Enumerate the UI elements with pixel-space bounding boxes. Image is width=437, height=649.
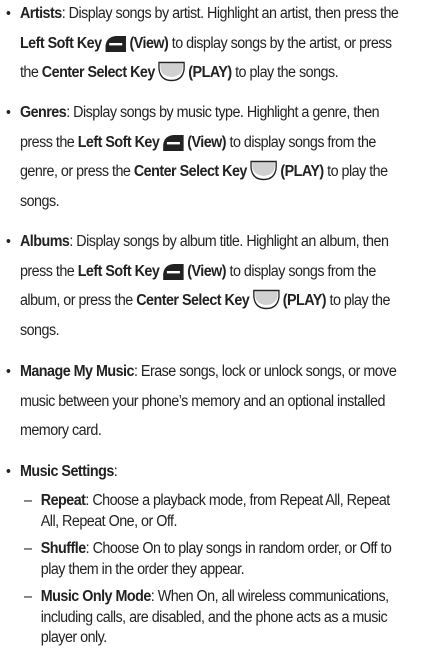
sub-item-text: Shuffle: Choose On to play songs in rand… (40, 540, 392, 578)
list-item-albums: • Albums: Display songs by album title. … (6, 227, 402, 346)
left-soft-key-icon (163, 263, 184, 280)
sub-item-text: Repeat: Choose a playback mode, from Rep… (40, 492, 391, 530)
bullet: • (6, 463, 11, 480)
sub-item-repeat: – Repeat: Choose a playback mode, from R… (24, 491, 400, 532)
item-text: Music Settings: (19, 463, 118, 480)
bullet: • (6, 233, 11, 250)
list-item-manage-my-music: • Manage My Music: Erase songs, lock or … (6, 357, 402, 446)
item-term: Music Settings (19, 463, 114, 480)
dash: – (24, 540, 32, 557)
sub-item-text: Music Only Mode: When On, all wireless c… (40, 588, 389, 646)
left-soft-key-icon (105, 35, 126, 52)
item-text: Manage My Music: Erase songs, lock or un… (19, 363, 397, 440)
item-term: Genres (19, 104, 67, 121)
item-term: Albums (19, 233, 70, 250)
item-term: Manage My Music (19, 363, 135, 380)
bullet: • (6, 104, 11, 121)
list-item-genres: • Genres: Display songs by music type. H… (6, 98, 402, 217)
dash: – (24, 588, 32, 605)
sub-item-term: Shuffle (40, 540, 86, 557)
center-select-key-icon (250, 161, 277, 181)
item-text: Genres: Display songs by music type. Hig… (19, 104, 388, 211)
dash: – (24, 492, 32, 509)
item-text: Artists: Display songs by artist. Highli… (19, 5, 399, 82)
list-item-music-settings: • Music Settings: (6, 457, 402, 487)
sub-item-shuffle: – Shuffle: Choose On to play songs in ra… (24, 539, 400, 580)
item-term: Artists (19, 5, 62, 22)
sub-item-music-only-mode: – Music Only Mode: When On, all wireless… (24, 587, 400, 649)
center-select-key-icon (252, 290, 280, 310)
list-item-artists: • Artists: Display songs by artist. High… (6, 0, 402, 88)
left-soft-key-icon (163, 134, 184, 151)
sub-item-term: Music Only Mode (40, 588, 152, 605)
bullet: • (6, 363, 11, 380)
bullet: • (6, 5, 11, 22)
item-text: Albums: Display songs by album title. Hi… (19, 233, 391, 340)
center-select-key-icon (158, 62, 185, 82)
sub-item-term: Repeat (40, 492, 86, 509)
